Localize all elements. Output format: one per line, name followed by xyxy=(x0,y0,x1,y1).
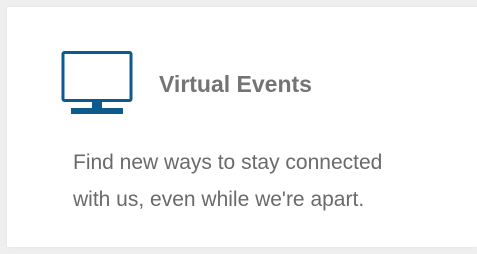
card-description-line: with us, even while we're apart. xyxy=(73,188,365,211)
virtual-events-card[interactable]: Virtual Events Find new ways to stay con… xyxy=(7,7,477,247)
card-description-line: Find new ways to stay connected xyxy=(73,151,383,174)
card-description: Find new ways to stay connected with us,… xyxy=(73,144,463,218)
monitor-icon xyxy=(61,51,133,117)
card-title: Virtual Events xyxy=(159,71,312,97)
